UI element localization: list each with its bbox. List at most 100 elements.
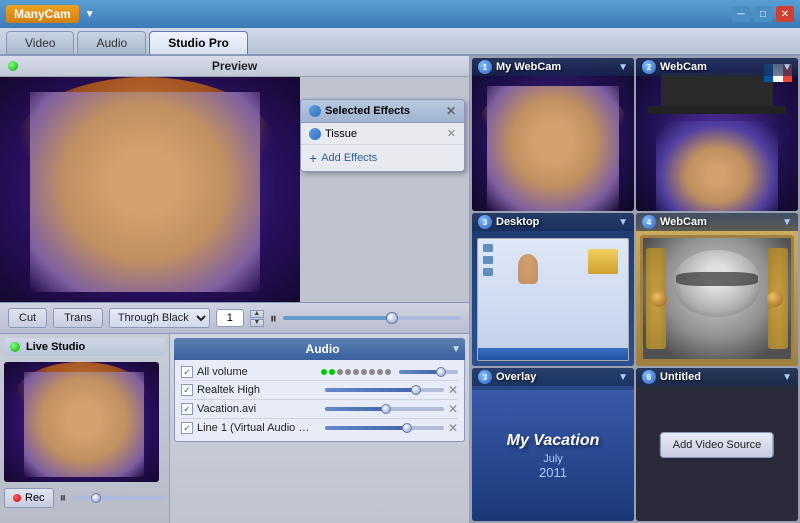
tab-video[interactable]: Video: [6, 31, 74, 54]
vintage-ornament-left: [646, 248, 666, 349]
audio-slider-allvolume[interactable]: [399, 370, 458, 374]
live-pause-icon[interactable]: ⏸: [60, 490, 67, 506]
cell4-arrow[interactable]: ▼: [782, 217, 792, 228]
cell1-title: My WebCam: [496, 61, 618, 73]
cell6-header: 6 Untitled ▼: [636, 368, 798, 386]
audio-row-allvolume: All volume: [181, 364, 458, 381]
audio-checkbox-vacation[interactable]: [181, 403, 193, 415]
number-input[interactable]: [216, 309, 244, 327]
pause-button[interactable]: ⏸: [270, 310, 277, 327]
cell2-arrow[interactable]: ▼: [782, 62, 792, 73]
desktop-inner: [478, 239, 628, 360]
overlay-title: My Vacation: [507, 432, 600, 450]
effects-close-button[interactable]: ✕: [446, 104, 456, 118]
cell5-title: Overlay: [496, 371, 618, 383]
volume-slider-thumb[interactable]: [386, 312, 398, 324]
live-face: [24, 372, 144, 477]
live-slider[interactable]: [72, 496, 165, 500]
title-bar-left: ManyCam ▼: [6, 5, 95, 23]
title-bar: ManyCam ▼ ─ □ ✕: [0, 0, 800, 28]
desktop-icon-1: [483, 244, 493, 252]
app-logo: ManyCam: [6, 5, 79, 23]
overlay-year: 2011: [539, 465, 567, 480]
audio-checkbox-allvolume[interactable]: [181, 366, 193, 378]
cell1-header: 1 My WebCam ▼: [472, 58, 634, 76]
main-content: Preview Selected Effects ✕: [0, 56, 800, 523]
effects-item-label: Tissue: [325, 128, 357, 140]
video-cell-6: Add Video Source 6 Untitled ▼: [636, 368, 798, 521]
live-slider-thumb[interactable]: [91, 493, 101, 503]
minimize-button[interactable]: ─: [732, 6, 750, 22]
audio-slider-vacation[interactable]: [325, 407, 444, 411]
spin-up[interactable]: ▲: [250, 310, 264, 318]
live-preview-image: [4, 362, 159, 482]
overlay-subtitle: July: [543, 453, 563, 465]
close-button[interactable]: ✕: [776, 6, 794, 22]
audio-row-line1: Line 1 (Virtual Audio Cable) ✕: [181, 419, 458, 437]
add-video-source-button[interactable]: Add Video Source: [660, 432, 774, 458]
window-controls: ─ □ ✕: [732, 6, 794, 22]
cell5-header: 3 Overlay ▼: [472, 368, 634, 386]
tab-audio[interactable]: Audio: [77, 31, 146, 54]
effects-add[interactable]: + Add Effects: [301, 145, 464, 171]
transition-select[interactable]: Through Black: [109, 308, 210, 328]
preview-status-dot: [8, 61, 18, 71]
rec-button[interactable]: Rec: [4, 488, 54, 508]
cell3-arrow[interactable]: ▼: [618, 217, 628, 228]
effects-item-left: Tissue: [309, 128, 357, 140]
effects-header: Selected Effects ✕: [301, 100, 464, 123]
volume-slider[interactable]: [283, 316, 461, 320]
audio-remove-realtek[interactable]: ✕: [448, 383, 458, 397]
audio-section: Audio ▼ All volume: [170, 334, 469, 523]
cut-button[interactable]: Cut: [8, 308, 47, 328]
effects-header-icon: [309, 105, 321, 117]
live-studio-header: Live Studio: [4, 338, 165, 356]
cell1-arrow[interactable]: ▼: [618, 62, 628, 73]
vintage-frame: [640, 235, 794, 362]
tab-studio-pro[interactable]: Studio Pro: [149, 31, 248, 54]
effects-panel: Selected Effects ✕ Tissue ✕ + Add Effect: [300, 99, 465, 172]
video-cell-3: 3 Desktop ▼: [472, 213, 634, 366]
audio-remove-line1[interactable]: ✕: [448, 421, 458, 435]
audio-remove-vacation[interactable]: ✕: [448, 402, 458, 416]
cell3-header: 3 Desktop ▼: [472, 213, 634, 231]
preview-image: [0, 77, 300, 302]
audio-label-realtek: Realtek High: [197, 384, 317, 396]
title-bar-dropdown-arrow[interactable]: ▼: [85, 9, 95, 20]
video-cell-5: My Vacation July 2011 3 Overlay ▼: [472, 368, 634, 521]
effects-item: Tissue ✕: [301, 123, 464, 145]
cell2-header: 2 WebCam ▼: [636, 58, 798, 76]
video-cell-2: 2 WebCam ▼: [636, 58, 798, 211]
maximize-button[interactable]: □: [754, 6, 772, 22]
desktop-person: [518, 254, 538, 284]
live-controls: Rec ⏸: [4, 488, 165, 508]
effects-add-icon: +: [309, 150, 317, 166]
audio-header-arrow[interactable]: ▼: [451, 344, 461, 355]
cell4-header: 4 WebCam ▼: [636, 213, 798, 231]
audio-slider-realtek[interactable]: [325, 388, 444, 392]
audio-label-line1: Line 1 (Virtual Audio Cable): [197, 422, 317, 434]
audio-checkbox-realtek[interactable]: [181, 384, 193, 396]
cell6-number: 6: [642, 370, 656, 384]
rec-dot: [13, 494, 21, 502]
cell6-arrow[interactable]: ▼: [782, 372, 792, 383]
vintage-glasses: [676, 272, 759, 287]
audio-label-vacation: Vacation.avi: [197, 403, 317, 415]
preview-face: [30, 92, 260, 292]
vintage-ornament-circle-right: [767, 291, 783, 307]
right-panel: 1 My WebCam ▼ 2 WebCam ▼: [470, 56, 800, 523]
spin-down[interactable]: ▼: [250, 319, 264, 327]
overlay-content: My Vacation July 2011: [472, 390, 634, 521]
live-studio-title: Live Studio: [26, 341, 85, 353]
audio-slider-line1[interactable]: [325, 426, 444, 430]
audio-row-realtek: Realtek High ✕: [181, 381, 458, 400]
trans-button[interactable]: Trans: [53, 308, 103, 328]
bottom-section: Live Studio Rec ⏸: [0, 334, 469, 523]
audio-checkbox-line1[interactable]: [181, 422, 193, 434]
left-panel: Preview Selected Effects ✕: [0, 56, 470, 523]
cell2-title: WebCam: [660, 61, 782, 73]
cell5-arrow[interactable]: ▼: [618, 372, 628, 383]
effects-title: Selected Effects: [325, 105, 410, 117]
effects-item-remove[interactable]: ✕: [447, 127, 456, 140]
live-status-dot: [10, 342, 20, 352]
